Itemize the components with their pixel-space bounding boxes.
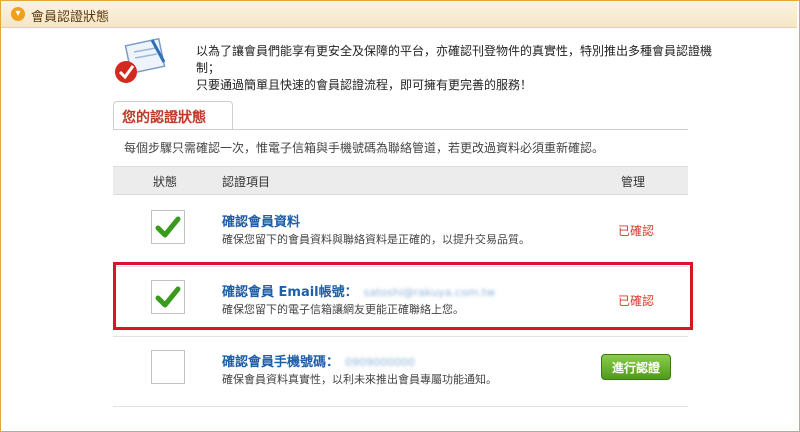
highlight-box bbox=[113, 262, 693, 330]
status-checkbox bbox=[151, 350, 185, 384]
header-status: 狀態 bbox=[153, 175, 178, 189]
table-row: 確認會員手機號碼： 0909000000 確保會員資料真實性，以利未來推出會員專屬… bbox=[113, 334, 688, 407]
notice-text: 每個步驟只需確認一次，惟電子信箱與手機號碼為聯絡管道，若更改過資料必須重新確認。 bbox=[124, 141, 605, 155]
tab-label: 您的認證狀態 bbox=[122, 110, 206, 126]
chevron-down-icon[interactable]: ▾ bbox=[11, 7, 25, 21]
intro-line-1: 以為了讓會員們能享有更安全及保障的平台，亦確認刊登物件的真實性，特別推出多種會員… bbox=[196, 44, 713, 75]
panel-header: ▾ 會員認證狀態 bbox=[1, 1, 797, 28]
status-checkbox bbox=[151, 210, 185, 244]
checkmark-icon bbox=[155, 216, 181, 238]
header-item: 認證項目 bbox=[222, 175, 271, 189]
item-title-link[interactable]: 確認會員資料 bbox=[222, 211, 300, 230]
intro-line-2: 只要通過簡單且快速的會員認證流程，即可擁有更完善的服務！ bbox=[196, 78, 533, 92]
item-title-link[interactable]: 確認會員手機號碼： 0909000000 bbox=[222, 351, 415, 370]
table-header: 狀態 認證項目 管理 bbox=[113, 166, 688, 195]
table-row: 確認會員資料 確保您留下的會員資料與聯絡資料是正確的，以提升交易品質。 已確認 bbox=[113, 194, 688, 267]
phone-value: 0909000000 bbox=[345, 356, 416, 369]
status-confirmed: 已確認 bbox=[618, 224, 655, 238]
tab-verification-status[interactable]: 您的認證狀態 bbox=[113, 101, 233, 130]
tab-divider bbox=[113, 129, 688, 130]
header-manage: 管理 bbox=[621, 175, 646, 189]
certificate-check-icon bbox=[112, 36, 170, 86]
item-description: 確保您留下的會員資料與聯絡資料是正確的，以提升交易品質。 bbox=[222, 233, 530, 246]
intro-text: 以為了讓會員們能享有更安全及保障的平台，亦確認刊登物件的真實性，特別推出多種會員… bbox=[196, 43, 716, 94]
verify-phone-button[interactable]: 進行認證 bbox=[601, 354, 671, 380]
item-description: 確保會員資料真實性，以利未來推出會員專屬功能通知。 bbox=[222, 373, 497, 386]
panel-title: 會員認證狀態 bbox=[31, 10, 110, 25]
